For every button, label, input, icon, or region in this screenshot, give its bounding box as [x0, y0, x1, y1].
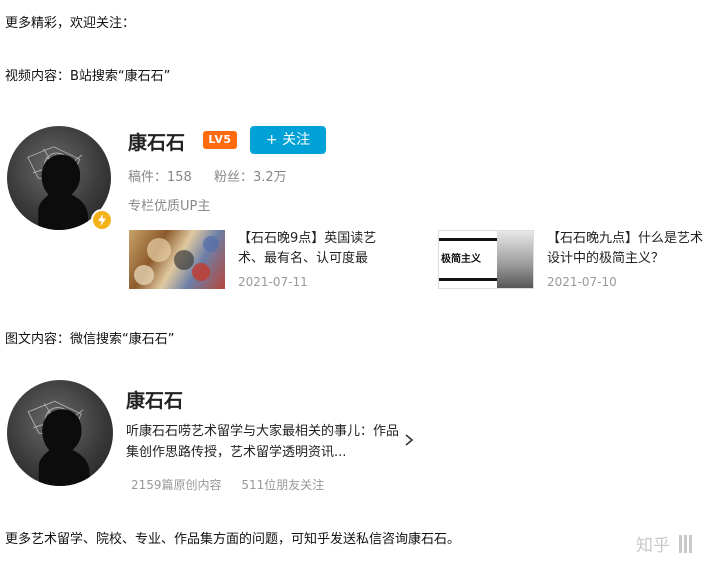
video-thumbnail-2[interactable]: 极简主义: [438, 230, 534, 289]
manuscripts-count: 稿件：158: [128, 170, 192, 185]
original-count: 2159篇原创内容: [131, 478, 222, 492]
wechat-account-name[interactable]: 康石石: [126, 386, 183, 413]
video-title-2[interactable]: 【石石晚九点】什么是艺术设计中的极简主义？: [547, 229, 707, 269]
intro-text: 更多精彩，欢迎关注：: [5, 16, 136, 31]
thumb-text: 极简主义: [441, 254, 481, 265]
video-date-2: 2021-07-10: [547, 275, 617, 289]
painting-image: [134, 236, 219, 285]
video-thumbnail-1[interactable]: [129, 230, 225, 289]
wechat-description: 听康石石唠艺术留学与大家最相关的事儿：作品集创作思路传授，艺术留学透明资讯...: [126, 424, 400, 460]
watermark-text: 知乎: [636, 536, 670, 556]
fans-count: 粉丝：3.2万: [213, 170, 287, 185]
watermark-bars: [679, 534, 694, 558]
chevron-right-icon[interactable]: [402, 431, 416, 449]
wechat-meta: 2159篇原创内容 511位朋友关注: [131, 476, 340, 493]
bili-description: 专栏优质UP主: [128, 199, 211, 214]
wechat-heading: 图文内容：微信搜索“康石石”: [5, 332, 175, 347]
video-title-1[interactable]: 【石石晚9点】英国读艺术、最有名、认可度最: [238, 229, 398, 269]
bili-stats: 稿件：158 粉丝：3.2万: [128, 166, 305, 185]
zhihu-watermark-icon: 知乎: [636, 531, 694, 558]
thumb-right-panel: [497, 231, 533, 288]
footer-text: 更多艺术留学、院校、专业、作品集方面的问题，可知乎发送私信咨询康石石。: [5, 532, 461, 547]
follow-button[interactable]: + 关注: [250, 126, 326, 154]
avatar-image: [27, 400, 90, 486]
bili-channel-name[interactable]: 康石石: [128, 128, 185, 155]
level-badge: LV5: [203, 131, 237, 149]
friends-following: 511位朋友关注: [241, 478, 325, 492]
lightning-bolt-icon: [91, 209, 113, 231]
thumb-left-panel: 极简主义: [439, 231, 497, 288]
video-heading: 视频内容：B站搜索“康石石”: [5, 69, 171, 84]
video-date-1: 2021-07-11: [238, 275, 308, 289]
wechat-avatar[interactable]: [7, 380, 113, 486]
